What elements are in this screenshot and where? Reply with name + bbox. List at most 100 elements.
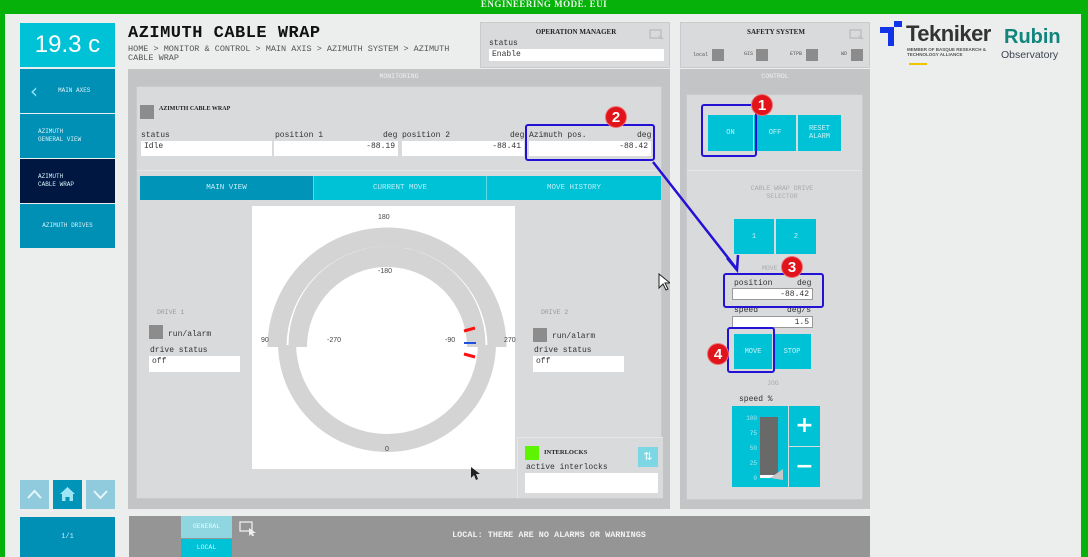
- monitoring-tabs: MAIN VIEW CURRENT MOVE MOVE HISTORY: [140, 176, 661, 200]
- jog-scale-0: 0: [753, 475, 757, 482]
- cable-wrap-dial-graphic: [267, 227, 507, 452]
- rubin-name: Rubin: [1004, 26, 1061, 48]
- safety-label-wd: WD: [841, 51, 848, 57]
- position2-unit: deg: [510, 131, 525, 140]
- dial-label-neg270: -270: [327, 337, 342, 344]
- active-interlocks-label: active interlocks: [526, 463, 608, 472]
- safety-indicator-etpb: [806, 49, 818, 61]
- interlocks-panel: INTERLOCKS ⇅ active interlocks: [517, 437, 663, 498]
- sidebar-item-azimuth-drives[interactable]: AZIMUTH DRIVES: [20, 204, 115, 248]
- tab-move-history[interactable]: MOVE HISTORY: [487, 176, 661, 200]
- status-field: Idle: [141, 141, 272, 156]
- page-up-button[interactable]: [20, 480, 49, 509]
- annotation-badge-3: 3: [781, 256, 803, 278]
- annotation-badge-4: 4: [707, 343, 729, 365]
- temperature-display: 19.3 c: [20, 23, 115, 67]
- alarm-message: LOCAL: THERE ARE NO ALARMS OR WARNINGS: [452, 530, 646, 540]
- annotation-badge-2: 2: [605, 106, 627, 128]
- position2-field: -88.41: [402, 141, 524, 156]
- drive1-status-field: off: [149, 356, 240, 372]
- sidebar-item-label: AZIMUTH CABLE WRAP: [38, 173, 75, 188]
- annotation-box-4: [727, 327, 775, 373]
- move-title: MOVE: [762, 265, 778, 272]
- position2-label: position 2: [402, 131, 451, 140]
- operation-manager-title: OPERATION MANAGER: [535, 28, 617, 36]
- reset-alarm-button[interactable]: RESET ALARM: [798, 115, 841, 151]
- off-button[interactable]: OFF: [754, 115, 796, 151]
- home-icon: [60, 487, 75, 501]
- tab-main-view[interactable]: MAIN VIEW: [140, 176, 314, 200]
- tekniker-logo: Tekniker MEMBER OF BASQUE RESEARCH & TEC…: [880, 20, 995, 70]
- status-label: status: [141, 131, 170, 140]
- annotation-badge-1: 1: [751, 94, 773, 116]
- dial-label-neg90: -90: [445, 337, 456, 344]
- position1-label: position 1: [275, 131, 324, 140]
- drive2-run-alarm-indicator: [533, 328, 547, 342]
- position1-field: -88.19: [274, 141, 398, 156]
- page-indicator: 1/1: [20, 517, 115, 557]
- dial-label-neg180: -180: [378, 268, 393, 275]
- jog-scale-25: 25: [749, 460, 757, 467]
- dial-label-90: 90: [261, 337, 269, 344]
- alarm-tab-general[interactable]: GENERAL: [181, 516, 232, 538]
- status-label: status: [489, 39, 518, 48]
- minus-icon: −: [795, 454, 814, 479]
- page-down-button[interactable]: [86, 480, 115, 509]
- drive1-status-label: drive status: [150, 346, 208, 355]
- mouse-cursor-icon: [658, 273, 670, 291]
- jog-minus-button[interactable]: −: [789, 447, 820, 487]
- tekniker-underline: [909, 63, 927, 65]
- drive1-title: DRIVE 1: [157, 309, 185, 316]
- safety-label-gis: GIS: [744, 51, 754, 57]
- drive-2-button[interactable]: 2: [776, 219, 816, 254]
- tekniker-name: Tekniker: [906, 21, 991, 46]
- chevron-down-icon: [93, 490, 108, 500]
- operation-manager-panel: OPERATION MANAGER status Enable: [480, 22, 670, 68]
- refresh-interlocks-button[interactable]: ⇅: [638, 447, 658, 467]
- annotation-box-3: [723, 273, 824, 308]
- plus-icon: +: [795, 413, 814, 438]
- operation-status-field: Enable: [489, 49, 664, 61]
- tab-current-move[interactable]: CURRENT MOVE: [314, 176, 487, 200]
- mouse-cursor-icon: [471, 467, 480, 480]
- chevron-up-icon: [27, 489, 42, 499]
- drive-selector-title: CABLE WRAP DRIVE SELECTOR: [750, 185, 814, 200]
- jog-speed-slider[interactable]: 100 75 50 25 0: [732, 406, 788, 487]
- drive-1-button[interactable]: 1: [734, 219, 774, 254]
- alarm-bar: GENERAL LOCAL LOCAL: THERE ARE NO ALARMS…: [129, 516, 870, 557]
- jog-scale-75: 75: [749, 430, 757, 437]
- breadcrumb: HOME > MONITOR & CONTROL > MAIN AXIS > A…: [128, 44, 450, 63]
- rubin-subtitle: Observatory: [1001, 49, 1059, 61]
- jog-scale-100: 100: [746, 415, 757, 422]
- safety-label-local: local: [693, 52, 709, 58]
- monitoring-header: MONITORING: [128, 69, 670, 85]
- tekniker-subtitle: MEMBER OF BASQUE RESEARCH & TECHNOLOGY A…: [907, 47, 987, 57]
- safety-system-title: SAFETY SYSTEM: [747, 28, 805, 36]
- control-header: CONTROL: [680, 69, 870, 85]
- swap-arrows-icon: ⇅: [643, 450, 653, 463]
- dial-label-180: 180: [378, 214, 390, 221]
- stop-button[interactable]: STOP: [773, 334, 811, 369]
- sidebar-item-label: AZIMUTH DRIVES: [42, 222, 93, 229]
- safety-label-etpb: ETPB: [790, 51, 803, 57]
- page-title: AZIMUTH CABLE WRAP: [128, 24, 321, 43]
- chevron-left-icon: ‹: [30, 79, 38, 103]
- sidebar-item-azimuth-general-view[interactable]: AZIMUTH GENERAL VIEW: [20, 114, 115, 158]
- select-cursor-icon[interactable]: [649, 29, 665, 42]
- jog-title: JOG: [767, 380, 779, 387]
- alarm-tab-local[interactable]: LOCAL: [181, 539, 232, 557]
- safety-indicator-local: [712, 49, 724, 61]
- cable-wrap-dial: 180 90 270 0 -180 -270 -90: [252, 206, 516, 469]
- select-cursor-icon[interactable]: [849, 29, 865, 42]
- jog-plus-button[interactable]: +: [789, 406, 820, 446]
- home-button[interactable]: [53, 480, 82, 509]
- annotation-box-2: [525, 124, 655, 161]
- sidebar-item-main-axes[interactable]: ‹ MAIN AXES: [20, 69, 115, 113]
- tekniker-t-icon: [880, 21, 902, 46]
- dial-label-0: 0: [385, 446, 389, 453]
- drive2-run-alarm-label: run/alarm: [552, 332, 596, 341]
- sidebar-item-azimuth-cable-wrap[interactable]: AZIMUTH CABLE WRAP: [20, 159, 115, 203]
- safety-indicator-wd: [851, 49, 863, 61]
- jog-slider-handle[interactable]: [770, 468, 784, 481]
- cable-wrap-section-title: AZIMUTH CABLE WRAP: [159, 106, 231, 112]
